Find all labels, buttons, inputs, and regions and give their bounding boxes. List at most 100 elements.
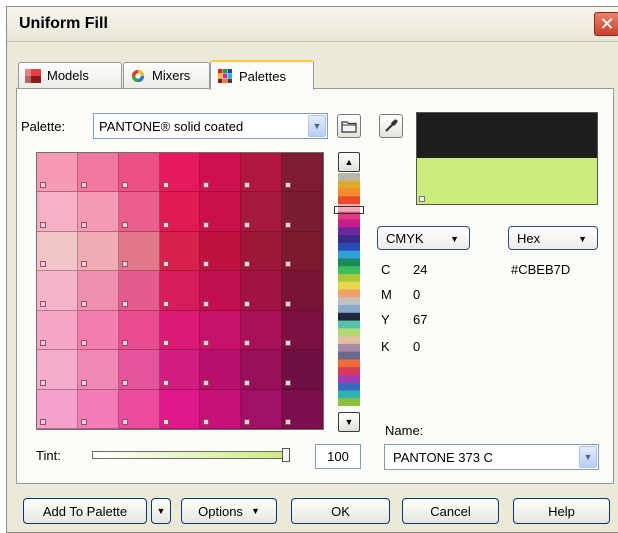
strip-swatch[interactable] xyxy=(338,266,360,275)
palette-swatch[interactable] xyxy=(200,310,242,351)
strip-scroll-up-button[interactable]: ▲ xyxy=(338,152,360,172)
palette-swatch[interactable] xyxy=(282,271,323,311)
palette-swatch[interactable] xyxy=(282,231,323,272)
palette-swatch[interactable] xyxy=(241,389,283,429)
strip-swatch[interactable] xyxy=(338,398,360,406)
palette-swatch[interactable] xyxy=(159,231,201,272)
close-button[interactable]: ✕ xyxy=(594,12,618,36)
ok-button[interactable]: OK xyxy=(291,498,390,524)
palette-swatch[interactable] xyxy=(118,350,160,390)
palette-swatch[interactable] xyxy=(241,271,283,311)
palette-swatch[interactable] xyxy=(241,153,283,193)
palette-swatch[interactable] xyxy=(241,192,283,232)
strip-swatch[interactable] xyxy=(338,367,360,376)
palette-swatch[interactable] xyxy=(159,310,201,351)
palette-swatch[interactable] xyxy=(159,153,201,193)
strip-swatch[interactable] xyxy=(338,390,360,399)
palette-swatch[interactable] xyxy=(118,389,160,429)
palette-swatch[interactable] xyxy=(200,231,242,272)
palette-swatch[interactable] xyxy=(159,350,201,390)
palette-swatch[interactable] xyxy=(37,153,78,193)
palette-swatch[interactable] xyxy=(77,192,119,232)
strip-swatch[interactable] xyxy=(338,180,360,190)
strip-swatch[interactable] xyxy=(338,320,360,329)
strip-scroll-down-button[interactable]: ▼ xyxy=(338,412,360,432)
palette-swatch[interactable] xyxy=(200,153,242,193)
palette-swatch[interactable] xyxy=(118,231,160,272)
palette-swatch[interactable] xyxy=(200,350,242,390)
strip-swatch[interactable] xyxy=(338,289,360,298)
palette-swatch[interactable] xyxy=(118,192,160,232)
palette-select[interactable]: PANTONE® solid coated ▼ xyxy=(93,113,328,139)
palette-swatch[interactable] xyxy=(37,350,78,390)
strip-swatch[interactable] xyxy=(338,219,360,228)
strip-swatch[interactable] xyxy=(338,312,360,322)
palette-swatch[interactable] xyxy=(77,350,119,390)
strip-swatch[interactable] xyxy=(338,196,360,205)
format-dropdown[interactable]: Hex ▼ xyxy=(508,226,598,250)
palette-swatch[interactable] xyxy=(77,310,119,351)
strip-swatch[interactable] xyxy=(338,281,360,290)
palette-swatch[interactable] xyxy=(159,271,201,311)
palette-swatch[interactable] xyxy=(37,192,78,232)
palette-swatch[interactable] xyxy=(77,271,119,311)
strip-swatch[interactable] xyxy=(338,351,360,360)
tab-models[interactable]: Models xyxy=(18,62,122,88)
eyedropper-button[interactable] xyxy=(379,114,403,138)
strip-swatch[interactable] xyxy=(338,305,360,314)
palette-swatch[interactable] xyxy=(77,389,119,429)
palette-swatch[interactable] xyxy=(241,310,283,351)
tint-slider[interactable] xyxy=(92,448,294,462)
palette-swatch[interactable] xyxy=(241,350,283,390)
open-palette-button[interactable] xyxy=(337,114,361,138)
palette-swatch[interactable] xyxy=(159,389,201,429)
palette-swatch[interactable] xyxy=(200,192,242,232)
help-button[interactable]: Help xyxy=(513,498,610,524)
tint-slider-thumb[interactable] xyxy=(282,448,290,462)
strip-swatch[interactable] xyxy=(338,359,360,368)
palette-swatch[interactable] xyxy=(37,310,78,351)
palette-swatch[interactable] xyxy=(118,310,160,351)
strip-swatch[interactable] xyxy=(338,235,360,244)
strip-swatch[interactable] xyxy=(338,297,360,306)
palette-swatch[interactable] xyxy=(282,192,323,232)
palette-swatch[interactable] xyxy=(159,192,201,232)
palette-swatch[interactable] xyxy=(118,153,160,193)
strip-swatch[interactable] xyxy=(338,336,360,345)
strip-swatch[interactable] xyxy=(338,242,360,252)
tint-input[interactable]: 100 xyxy=(315,444,361,469)
tab-mixers[interactable]: Mixers xyxy=(123,62,210,88)
palette-swatch[interactable] xyxy=(282,350,323,390)
strip-swatch[interactable] xyxy=(338,382,360,391)
strip-swatch[interactable] xyxy=(338,258,360,267)
palette-swatch[interactable] xyxy=(282,153,323,193)
palette-color-grid[interactable] xyxy=(36,152,324,430)
strip-swatch[interactable] xyxy=(338,374,360,384)
strip-swatch[interactable] xyxy=(338,343,360,353)
palette-swatch[interactable] xyxy=(37,231,78,272)
options-button[interactable]: Options ▼ xyxy=(181,498,277,524)
cancel-button[interactable]: Cancel xyxy=(402,498,499,524)
palette-swatch[interactable] xyxy=(282,389,323,429)
palette-swatch[interactable] xyxy=(200,389,242,429)
strip-swatch[interactable] xyxy=(338,173,360,182)
color-model-dropdown[interactable]: CMYK ▼ xyxy=(377,226,470,250)
help-label: Help xyxy=(548,503,575,519)
palette-swatch[interactable] xyxy=(37,271,78,311)
tab-palettes[interactable]: Palettes xyxy=(210,60,314,90)
palette-swatch[interactable] xyxy=(241,231,283,272)
add-to-palette-menu-button[interactable]: ▼ xyxy=(151,498,171,524)
palette-swatch[interactable] xyxy=(282,310,323,351)
name-select[interactable]: PANTONE 373 C ▼ xyxy=(384,444,599,470)
palette-swatch[interactable] xyxy=(77,231,119,272)
palette-swatch[interactable] xyxy=(37,389,78,429)
strip-swatch[interactable] xyxy=(338,250,360,259)
add-to-palette-button[interactable]: Add To Palette xyxy=(23,498,147,524)
strip-swatch[interactable] xyxy=(338,273,360,283)
strip-swatch[interactable] xyxy=(338,227,360,236)
palette-swatch[interactable] xyxy=(118,271,160,311)
palette-swatch[interactable] xyxy=(200,271,242,311)
strip-swatch[interactable] xyxy=(338,188,360,197)
strip-swatch[interactable] xyxy=(338,328,360,337)
palette-swatch[interactable] xyxy=(77,153,119,193)
